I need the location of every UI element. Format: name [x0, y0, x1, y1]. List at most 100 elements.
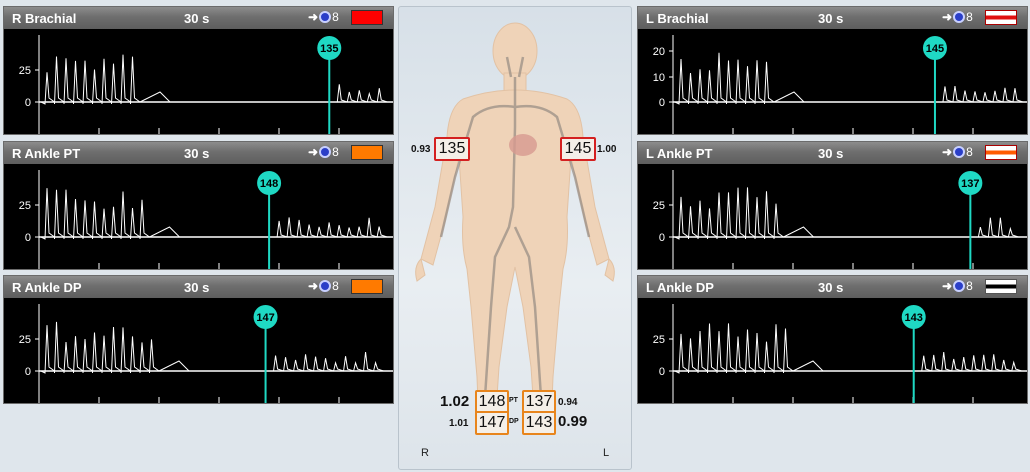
arrow-right-icon: ➜ — [942, 145, 953, 159]
arrow-right-icon: ➜ — [942, 10, 953, 24]
l-brachial-index: 1.00 — [597, 144, 617, 155]
y-tick-label: 0 — [25, 97, 31, 109]
panel-duration: 30 s — [184, 280, 210, 295]
waveform-plot[interactable]: 25 0 148 — [4, 164, 393, 269]
r-pt-index: 1.02 — [440, 393, 470, 410]
y-tick-label: 0 — [25, 232, 31, 244]
probe-icon — [953, 146, 966, 158]
waveform-plot[interactable]: 20 10 0 145 — [638, 29, 1027, 134]
panel-header: R Ankle DP 30 s ➜ 8 — [4, 276, 393, 298]
panel-title: R Ankle PT — [12, 146, 81, 161]
panel-header: R Ankle PT 30 s ➜ 8 — [4, 142, 393, 164]
cursor-value: 137 — [961, 178, 979, 190]
panel-header: R Brachial 30 s ➜ 8 — [4, 7, 393, 29]
panel-header: L Ankle DP 30 s ➜ 8 — [638, 276, 1027, 298]
y-tick-label: 10 — [653, 72, 665, 84]
y-tick-label: 20 — [653, 46, 665, 58]
y-tick-label: 0 — [659, 97, 665, 109]
probe-icon — [319, 280, 332, 292]
panel-title: L Ankle DP — [646, 280, 714, 295]
r-brachial-index: 0.93 — [411, 144, 431, 155]
y-tick-label: 25 — [19, 200, 31, 212]
panel-title: R Brachial — [12, 11, 77, 26]
pulse-waveform — [40, 54, 388, 105]
color-swatch[interactable] — [985, 279, 1017, 294]
probe-count: 8 — [332, 279, 339, 293]
r-dp-index: 1.01 — [449, 418, 469, 429]
pt-label: PT — [509, 397, 518, 404]
arrow-right-icon: ➜ — [308, 279, 319, 293]
probe-count: 8 — [332, 145, 339, 159]
probe-count: 8 — [966, 145, 973, 159]
y-tick-label: 0 — [659, 366, 665, 378]
l-brachial-pressure-box[interactable]: 145 — [560, 137, 596, 161]
y-tick-label: 25 — [653, 334, 665, 346]
l-ankle-dp-panel[interactable]: L Ankle DP 30 s ➜ 8 25 0 143 — [637, 275, 1028, 404]
y-tick-label: 0 — [659, 232, 665, 244]
y-tick-label: 0 — [25, 366, 31, 378]
arrow-right-icon: ➜ — [308, 10, 319, 24]
color-swatch[interactable] — [985, 145, 1017, 160]
left-side-label: L — [603, 447, 610, 459]
body-diagram-panel: 0.93 135 145 1.00 1.02 148 PT 137 0.94 1… — [398, 6, 632, 470]
cursor-value: 148 — [260, 178, 278, 190]
y-tick-label: 25 — [653, 200, 665, 212]
waveform-plot[interactable]: 25 0 143 — [638, 298, 1027, 403]
pulse-waveform — [674, 52, 1024, 105]
probe-icon — [953, 11, 966, 23]
panel-duration: 30 s — [184, 11, 210, 26]
probe-count: 8 — [966, 279, 973, 293]
pulse-waveform — [40, 321, 384, 374]
r-dp-pressure-box[interactable]: 147 — [475, 411, 509, 435]
probe-indicator: ➜ 8 — [308, 10, 339, 24]
probe-indicator: ➜ 8 — [942, 10, 973, 24]
y-tick-label: 25 — [19, 334, 31, 346]
r-ankle-dp-panel[interactable]: R Ankle DP 30 s ➜ 8 25 0 147 — [3, 275, 394, 404]
pulse-waveform — [674, 187, 1019, 240]
color-swatch[interactable] — [351, 279, 383, 294]
probe-icon — [953, 280, 966, 292]
arrow-right-icon: ➜ — [942, 279, 953, 293]
cursor-value: 145 — [926, 43, 944, 55]
probe-indicator: ➜ 8 — [308, 279, 339, 293]
right-side-label: R — [421, 447, 429, 459]
panel-header: L Brachial 30 s ➜ 8 — [638, 7, 1027, 29]
r-brachial-pressure-box[interactable]: 135 — [434, 137, 470, 161]
cursor-value: 143 — [905, 312, 923, 324]
panel-title: L Ankle PT — [646, 146, 713, 161]
probe-indicator: ➜ 8 — [942, 145, 973, 159]
cursor-value: 147 — [256, 312, 274, 324]
color-swatch[interactable] — [351, 10, 383, 25]
l-brachial-panel[interactable]: L Brachial 30 s ➜ 8 20 10 0 145 — [637, 6, 1028, 135]
panel-duration: 30 s — [818, 280, 844, 295]
l-pt-index: 0.94 — [558, 397, 578, 408]
pulse-waveform — [674, 323, 1022, 374]
panel-title: L Brachial — [646, 11, 709, 26]
probe-icon — [319, 11, 332, 23]
probe-indicator: ➜ 8 — [942, 279, 973, 293]
y-tick-label: 25 — [19, 65, 31, 77]
waveform-plot[interactable]: 25 0 135 — [4, 29, 393, 134]
color-swatch[interactable] — [351, 145, 383, 160]
cursor-value: 135 — [320, 43, 338, 55]
l-ankle-pt-panel[interactable]: L Ankle PT 30 s ➜ 8 25 0 137 — [637, 141, 1028, 270]
panel-duration: 30 s — [818, 146, 844, 161]
panel-duration: 30 s — [184, 146, 210, 161]
l-dp-pressure-box[interactable]: 143 — [522, 411, 556, 435]
waveform-plot[interactable]: 25 0 137 — [638, 164, 1027, 269]
probe-icon — [319, 146, 332, 158]
r-brachial-panel[interactable]: R Brachial 30 s ➜ 8 25 0 135 — [3, 6, 394, 135]
dp-label: DP — [509, 418, 519, 425]
probe-count: 8 — [332, 10, 339, 24]
probe-count: 8 — [966, 10, 973, 24]
pulse-waveform — [40, 188, 388, 240]
panel-duration: 30 s — [818, 11, 844, 26]
color-swatch[interactable] — [985, 10, 1017, 25]
panel-title: R Ankle DP — [12, 280, 82, 295]
probe-indicator: ➜ 8 — [308, 145, 339, 159]
panel-header: L Ankle PT 30 s ➜ 8 — [638, 142, 1027, 164]
arrow-right-icon: ➜ — [308, 145, 319, 159]
l-dp-index: 0.99 — [558, 413, 588, 430]
r-ankle-pt-panel[interactable]: R Ankle PT 30 s ➜ 8 25 0 148 — [3, 141, 394, 270]
waveform-plot[interactable]: 25 0 147 — [4, 298, 393, 403]
